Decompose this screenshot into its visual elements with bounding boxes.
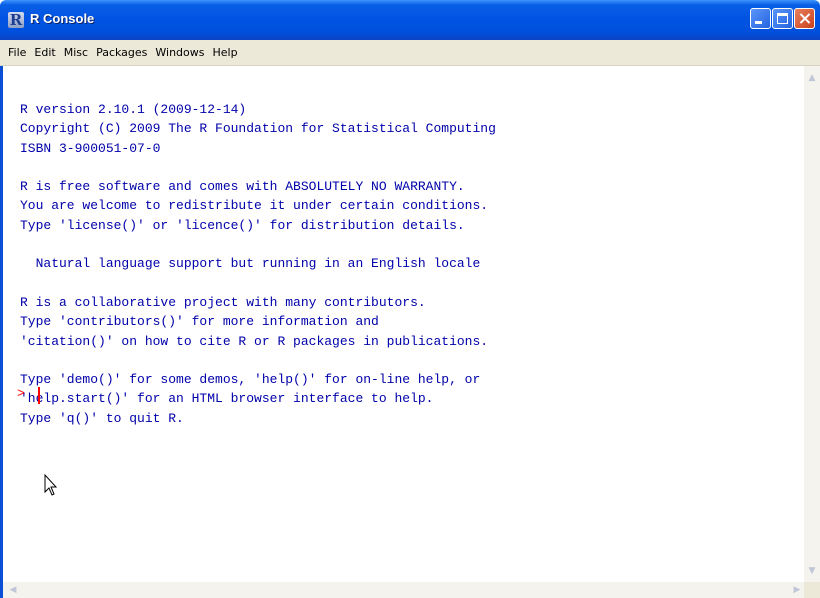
- menu-help[interactable]: Help: [209, 41, 242, 65]
- chevron-up-icon[interactable]: ▲: [804, 70, 820, 87]
- r-app-icon: R: [8, 11, 24, 29]
- mouse-pointer-icon: [44, 474, 58, 496]
- title-bar[interactable]: R R Console: [0, 0, 820, 40]
- window-title: R Console: [30, 11, 95, 26]
- console-line: Copyright (C) 2009 The R Foundation for …: [20, 121, 496, 137]
- console-line: R is a collaborative project with many c…: [20, 294, 426, 310]
- horizontal-scrollbar[interactable]: ◀ ▶: [0, 582, 820, 598]
- menu-file[interactable]: File: [4, 41, 30, 65]
- console-line: You are welcome to redistribute it under…: [20, 198, 489, 214]
- menu-misc[interactable]: Misc: [60, 41, 92, 65]
- console-output: R version 2.10.1 (2009-12-14) Copyright (…: [20, 100, 496, 428]
- console-line: 'citation()' on how to cite R or R packa…: [20, 333, 489, 349]
- menu-edit[interactable]: Edit: [30, 41, 59, 65]
- menu-packages[interactable]: Packages: [92, 41, 151, 65]
- console-line: R is free software and comes with ABSOLU…: [20, 179, 465, 195]
- menu-windows[interactable]: Windows: [151, 41, 208, 65]
- close-button[interactable]: [794, 8, 815, 29]
- chevron-left-icon[interactable]: ◀: [5, 582, 21, 598]
- console-line: 'help.start()' for an HTML browser inter…: [20, 391, 434, 407]
- chevron-down-icon[interactable]: ▼: [804, 563, 820, 580]
- console-area[interactable]: R version 2.10.1 (2009-12-14) Copyright (…: [0, 66, 804, 582]
- text-caret: [38, 387, 40, 404]
- console-line: Type 'license()' or 'licence()' for dist…: [20, 217, 465, 233]
- console-line: R version 2.10.1 (2009-12-14): [20, 102, 247, 117]
- console-line: Type 'contributors()' for more informati…: [20, 314, 379, 330]
- chevron-right-icon[interactable]: ▶: [789, 582, 805, 598]
- maximize-button[interactable]: [772, 8, 793, 29]
- console-line: ISBN 3-900051-07-0: [20, 140, 161, 156]
- minimize-button[interactable]: [750, 8, 771, 29]
- size-grip[interactable]: [804, 582, 820, 598]
- menu-bar: File Edit Misc Packages Windows Help: [0, 40, 820, 66]
- vertical-scrollbar[interactable]: ▲ ▼: [804, 66, 820, 598]
- console-prompt: >: [17, 386, 25, 401]
- console-line: Natural language support but running in …: [20, 256, 481, 272]
- console-line: Type 'q()' to quit R.: [20, 410, 184, 426]
- console-line: Type 'demo()' for some demos, 'help()' f…: [20, 372, 481, 388]
